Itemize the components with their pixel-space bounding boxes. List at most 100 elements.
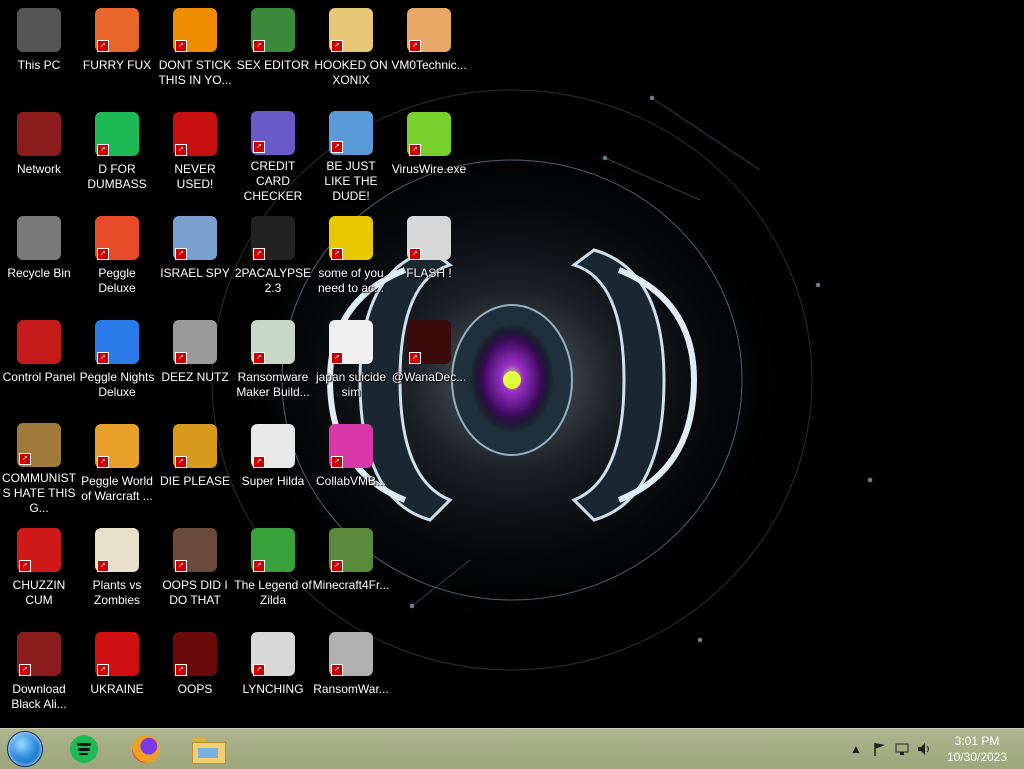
desktop-icon[interactable]: ➚ CollabVMB... (312, 416, 390, 516)
start-button[interactable] (6, 731, 44, 767)
desktop-icon[interactable]: ➚ Super Hilda (234, 416, 312, 516)
desktop-icon[interactable]: ➚ D FOR DUMBASS (78, 104, 156, 204)
shortcut-arrow-icon: ➚ (253, 248, 265, 260)
shortcut-arrow-icon: ➚ (253, 40, 265, 52)
desktop-icon-label: DIE PLEASE (159, 474, 231, 488)
desktop-icon[interactable]: Recycle Bin (0, 208, 78, 308)
shortcut-arrow-icon: ➚ (409, 248, 421, 260)
desktop-icon-label: VM0Technic... (391, 58, 467, 72)
shortcut-arrow-icon: ➚ (97, 248, 109, 260)
system-tray: ▲ 3:01 PM 10/30/2023 (844, 729, 1024, 769)
desktop-icon-label: some of you need to ac... (317, 266, 385, 295)
desktop-icon-label: Peggle Nights Deluxe (79, 370, 155, 399)
desktop-icon-label: Peggle Deluxe (98, 266, 136, 295)
spotify-icon (70, 735, 98, 763)
desktop-icon-label: Recycle Bin (7, 266, 71, 280)
network-icon (17, 112, 61, 156)
start-orb-icon (7, 731, 43, 767)
desktop-icon-label: CHUZZIN CUM (12, 578, 66, 607)
desktop-icon[interactable]: ➚ Peggle Deluxe (78, 208, 156, 308)
action-center-flag-icon[interactable] (872, 741, 888, 757)
shortcut-arrow-icon: ➚ (331, 40, 343, 52)
desktop-icon[interactable]: This PC (0, 0, 78, 100)
desktop-icon[interactable]: ➚ BE JUST LIKE THE DUDE! (312, 104, 390, 204)
desktop-icon[interactable]: ➚ Ransomware Maker Build... (234, 312, 312, 412)
taskbar-file-explorer-button[interactable] (182, 731, 234, 767)
desktop-icon[interactable]: ➚ japan suicide sim (312, 312, 390, 412)
desktop-icon[interactable]: ➚ HOOKED ON XONIX (312, 0, 390, 100)
desktop-icon-label: VirusWire.exe (391, 162, 467, 176)
desktop-icon[interactable]: ➚ Peggle World of Warcraft ... (78, 416, 156, 516)
desktop-icon[interactable]: ➚ CHUZZIN CUM (0, 520, 78, 620)
desktop-icon-label: SEX EDITOR (236, 58, 310, 72)
desktop-icon[interactable]: ➚ some of you need to ac... (312, 208, 390, 308)
taskbar: ▲ 3:01 PM 10/30/2023 (0, 728, 1024, 769)
shortcut-arrow-icon: ➚ (409, 352, 421, 364)
shortcut-arrow-icon: ➚ (19, 664, 31, 676)
shortcut-arrow-icon: ➚ (331, 560, 343, 572)
desktop-icon[interactable]: ➚ DIE PLEASE (156, 416, 234, 516)
desktop-icon[interactable]: ➚ OOPS DID I DO THAT (156, 520, 234, 620)
desktop-icon[interactable]: ➚ LYNCHING (234, 624, 312, 724)
desktop-icon[interactable]: ➚ @WanaDec... (390, 312, 468, 412)
desktop-icon[interactable]: ➚ Peggle Nights Deluxe (78, 312, 156, 412)
desktop-icon[interactable]: Network (0, 104, 78, 204)
shortcut-arrow-icon: ➚ (175, 456, 187, 468)
desktop-icon[interactable]: ➚ RansomWar... (312, 624, 390, 724)
desktop-icon[interactable]: ➚ DONT STICK THIS IN YO... (156, 0, 234, 100)
shortcut-arrow-icon: ➚ (331, 248, 343, 260)
desktop-icon-label: DONT STICK THIS IN YO... (158, 58, 232, 87)
desktop-icon[interactable]: ➚ The Legend of Zilda (234, 520, 312, 620)
shortcut-arrow-icon: ➚ (19, 560, 31, 572)
volume-icon[interactable] (916, 741, 932, 757)
folder-icon (192, 736, 226, 764)
desktop-icon[interactable]: ➚ NEVER USED! (156, 104, 234, 204)
firefox-icon (132, 735, 160, 763)
show-hidden-icons-chevron-icon[interactable]: ▲ (848, 741, 864, 757)
desktop-icon-label: BE JUST LIKE THE DUDE! (324, 159, 378, 203)
desktop-icon-label: Download Black Ali... (11, 682, 67, 711)
desktop-icon[interactable]: ➚ COMMUNISTS HATE THIS G... (0, 416, 78, 516)
desktop-icon-label: RansomWar... (313, 682, 389, 696)
desktop-icon-label: 2PACALYPSE 2.3 (234, 266, 312, 295)
shortcut-arrow-icon: ➚ (331, 352, 343, 364)
shortcut-arrow-icon: ➚ (409, 144, 421, 156)
desktop-icon[interactable]: ➚ Plants vs Zombies (78, 520, 156, 620)
desktop-icon[interactable]: ➚ Minecraft4Fr... (312, 520, 390, 620)
shortcut-arrow-icon: ➚ (175, 560, 187, 572)
desktop-icon[interactable]: ➚ OOPS (156, 624, 234, 724)
desktop-icon[interactable]: ➚ FURRY FUX (78, 0, 156, 100)
desktop-icon[interactable]: ➚ Download Black Ali... (0, 624, 78, 724)
desktop-icon[interactable]: ➚ VM0Technic... (390, 0, 468, 100)
taskbar-firefox-button[interactable] (120, 731, 172, 767)
shortcut-arrow-icon: ➚ (409, 40, 421, 52)
recycle-bin-icon (17, 216, 61, 260)
taskbar-spotify-button[interactable] (58, 731, 110, 767)
network-status-icon[interactable] (894, 741, 910, 757)
shortcut-arrow-icon: ➚ (97, 144, 109, 156)
desktop-icon-label: Network (16, 162, 61, 176)
desktop-icon-label: japan suicide sim (315, 370, 387, 399)
shortcut-arrow-icon: ➚ (253, 456, 265, 468)
desktop-icon[interactable]: ➚ FLASH ! (390, 208, 468, 308)
shortcut-arrow-icon: ➚ (175, 40, 187, 52)
control-panel-icon (17, 320, 61, 364)
shortcut-arrow-icon: ➚ (331, 141, 343, 153)
shortcut-arrow-icon: ➚ (97, 352, 109, 364)
desktop-icon[interactable]: Control Panel (0, 312, 78, 412)
clock[interactable]: 3:01 PM 10/30/2023 (942, 733, 1012, 765)
desktop-icon-label: Plants vs Zombies (92, 578, 142, 607)
desktop-icon[interactable]: ➚ DEEZ NUTZ (156, 312, 234, 412)
desktop-icon[interactable]: ➚ SEX EDITOR (234, 0, 312, 100)
shortcut-arrow-icon: ➚ (97, 560, 109, 572)
desktop-icon[interactable]: ➚ ISRAEL SPY (156, 208, 234, 308)
clock-time: 3:01 PM (954, 734, 1000, 748)
desktop-icon[interactable]: ➚ CREDIT CARD CHECKER (234, 104, 312, 204)
desktop-icon-label: FURRY FUX (82, 58, 152, 72)
desktop-icon[interactable]: ➚ UKRAINE (78, 624, 156, 724)
shortcut-arrow-icon: ➚ (97, 664, 109, 676)
desktop-icon-label: DEEZ NUTZ (161, 370, 229, 384)
desktop-icon[interactable]: ➚ VirusWire.exe (390, 104, 468, 204)
desktop-icon[interactable]: ➚ 2PACALYPSE 2.3 (234, 208, 312, 308)
desktop-icon-label: FLASH ! (406, 266, 452, 280)
